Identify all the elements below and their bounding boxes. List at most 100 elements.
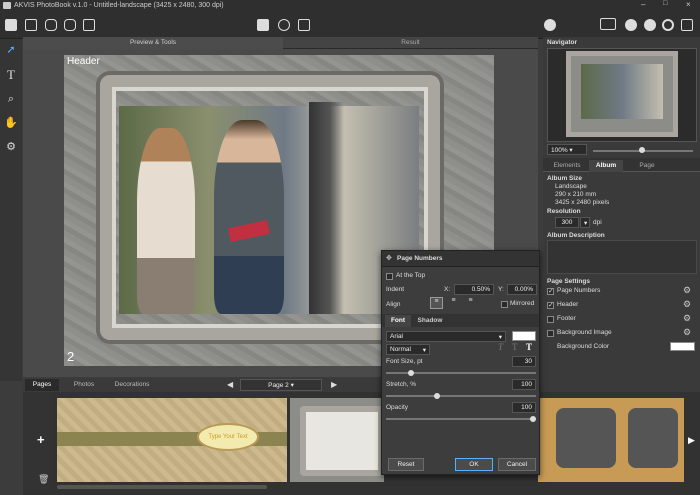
zoom-select[interactable]: 100% ▾ — [547, 144, 587, 155]
frame-thumbnail-2[interactable] — [538, 398, 684, 482]
tab-shadow[interactable]: Shadow — [415, 315, 445, 327]
settings-icon[interactable] — [662, 19, 674, 31]
page-thumbnail[interactable]: Type Your Text — [57, 398, 287, 482]
stretch-slider-knob[interactable] — [434, 393, 440, 399]
opacity-slider-knob[interactable] — [530, 416, 536, 422]
panels-icon[interactable] — [600, 18, 616, 30]
mirrored-checkbox[interactable] — [501, 301, 508, 308]
run-icon[interactable] — [544, 19, 556, 31]
stretch-slider[interactable] — [386, 395, 536, 397]
align-left-button[interactable]: ≡ — [430, 297, 443, 309]
bold-icon[interactable]: T — [526, 342, 532, 352]
footer-checkbox[interactable] — [547, 316, 554, 323]
extra-icon[interactable] — [681, 19, 693, 31]
print-icon[interactable] — [257, 19, 269, 31]
maximize-icon[interactable]: □ — [663, 0, 671, 10]
align-center-button[interactable]: ≡ — [447, 297, 460, 309]
text-badge: Type Your Text — [197, 423, 259, 451]
x-input[interactable]: 0.50% — [454, 284, 494, 295]
thumb-scrollbar[interactable] — [57, 485, 267, 489]
preview-icon[interactable] — [278, 19, 290, 31]
font-color-swatch[interactable] — [512, 331, 536, 341]
resolution-field[interactable]: 300 — [555, 217, 579, 228]
thumb-actions: + 🗑 — [23, 392, 51, 490]
scroll-right-icon[interactable]: ▶ — [688, 435, 695, 446]
save-icon[interactable] — [64, 19, 76, 31]
tab-decorations[interactable]: Decorations — [107, 379, 157, 391]
opacity-input[interactable]: 100 — [512, 402, 536, 413]
cancel-button[interactable]: Cancel — [498, 458, 536, 471]
title-bar: AKVIS PhotoBook v.1.0 - Untitled-landsca… — [0, 0, 700, 11]
font-size-input[interactable]: 30 — [512, 356, 536, 367]
footer-gear-icon[interactable]: ⚙ — [683, 313, 691, 324]
background-color-swatch[interactable] — [670, 342, 695, 351]
reset-button[interactable]: Reset — [388, 458, 424, 471]
main-toolbar — [0, 11, 700, 39]
export-icon[interactable] — [298, 19, 310, 31]
navigator-preview[interactable] — [547, 48, 697, 142]
zoom-slider-knob[interactable] — [639, 147, 645, 153]
zoom-value: 100% — [551, 147, 568, 154]
album-description-field[interactable] — [547, 240, 697, 274]
delete-page-icon[interactable]: 🗑 — [38, 474, 49, 485]
minimize-icon[interactable]: – — [641, 0, 649, 10]
y-input[interactable]: 0.00% — [507, 284, 537, 295]
page-number-label[interactable]: 2 — [67, 349, 74, 364]
header-checkbox[interactable] — [547, 301, 554, 309]
font-style-select[interactable]: Normal ▾ — [386, 344, 430, 355]
tab-pages[interactable]: Pages — [25, 379, 59, 391]
dialog-title: Page Numbers — [397, 255, 443, 262]
menu-icon[interactable] — [5, 19, 17, 31]
underline-icon[interactable]: T — [512, 342, 518, 352]
new-album-icon[interactable] — [25, 19, 37, 31]
dialog-header[interactable]: ✥ Page Numbers — [382, 251, 539, 267]
resolution-dropdown[interactable]: ▾ — [580, 217, 590, 228]
app-logo-icon — [3, 2, 11, 9]
open-icon[interactable] — [45, 19, 57, 31]
woman-figure — [137, 128, 195, 314]
info-icon[interactable] — [625, 19, 637, 31]
add-page-icon[interactable]: + — [37, 432, 45, 447]
stretch-input[interactable]: 100 — [512, 379, 536, 390]
footer-label: Footer — [557, 315, 576, 322]
font-select[interactable]: Arial ▾ — [386, 331, 506, 342]
ok-button[interactable]: OK — [455, 458, 493, 471]
settings-tool-icon[interactable]: ⚙ — [4, 140, 18, 154]
font-size-slider-knob[interactable] — [408, 370, 414, 376]
page-select[interactable]: Page 2 ▾ — [240, 379, 322, 391]
tab-elements[interactable]: Elements — [547, 160, 587, 172]
tab-result[interactable]: Result — [283, 37, 538, 49]
header-gear-icon[interactable]: ⚙ — [683, 299, 691, 310]
dialog-tabs: Font Shadow — [382, 314, 539, 327]
at-top-checkbox[interactable] — [386, 273, 393, 280]
select-tool-icon[interactable]: ➚ — [4, 43, 18, 57]
tab-preview[interactable]: Preview & Tools — [23, 37, 283, 49]
zoom-tool-icon[interactable]: ⌕ — [4, 92, 18, 106]
tab-photos[interactable]: Photos — [67, 379, 101, 391]
save-as-icon[interactable] — [83, 19, 95, 31]
next-page-icon[interactable]: ▶ — [331, 380, 337, 389]
tab-page[interactable]: Page — [627, 160, 667, 172]
help-icon[interactable] — [644, 19, 656, 31]
drag-handle-icon[interactable]: ✥ — [386, 254, 392, 262]
italic-icon[interactable]: T — [498, 342, 503, 352]
background-image-gear-icon[interactable]: ⚙ — [683, 327, 691, 338]
tab-font[interactable]: Font — [385, 315, 411, 327]
prev-page-icon[interactable]: ◀ — [227, 380, 233, 389]
page-header-label[interactable]: Header — [67, 56, 100, 67]
page-numbers-checkbox[interactable] — [547, 287, 554, 295]
tab-album[interactable]: Album — [589, 160, 623, 172]
background-image-checkbox[interactable] — [547, 330, 554, 337]
hand-tool-icon[interactable]: ✋ — [4, 116, 18, 130]
at-top-label: At the Top — [396, 272, 426, 279]
frame-thumbnail[interactable] — [290, 398, 384, 482]
photo[interactable] — [119, 102, 419, 314]
close-icon[interactable]: × — [686, 0, 694, 10]
align-right-button[interactable]: ≡ — [464, 297, 477, 309]
opacity-slider[interactable] — [386, 418, 536, 420]
mirrored-label: Mirrored — [510, 300, 535, 307]
album-size-label: Album Size — [547, 175, 583, 182]
page-numbers-gear-icon[interactable]: ⚙ — [683, 285, 691, 296]
text-tool-icon[interactable]: T — [4, 68, 18, 82]
bottom-tabs: Pages Photos Decorations ◀ Page 2 ▾ ▶ — [23, 378, 700, 392]
